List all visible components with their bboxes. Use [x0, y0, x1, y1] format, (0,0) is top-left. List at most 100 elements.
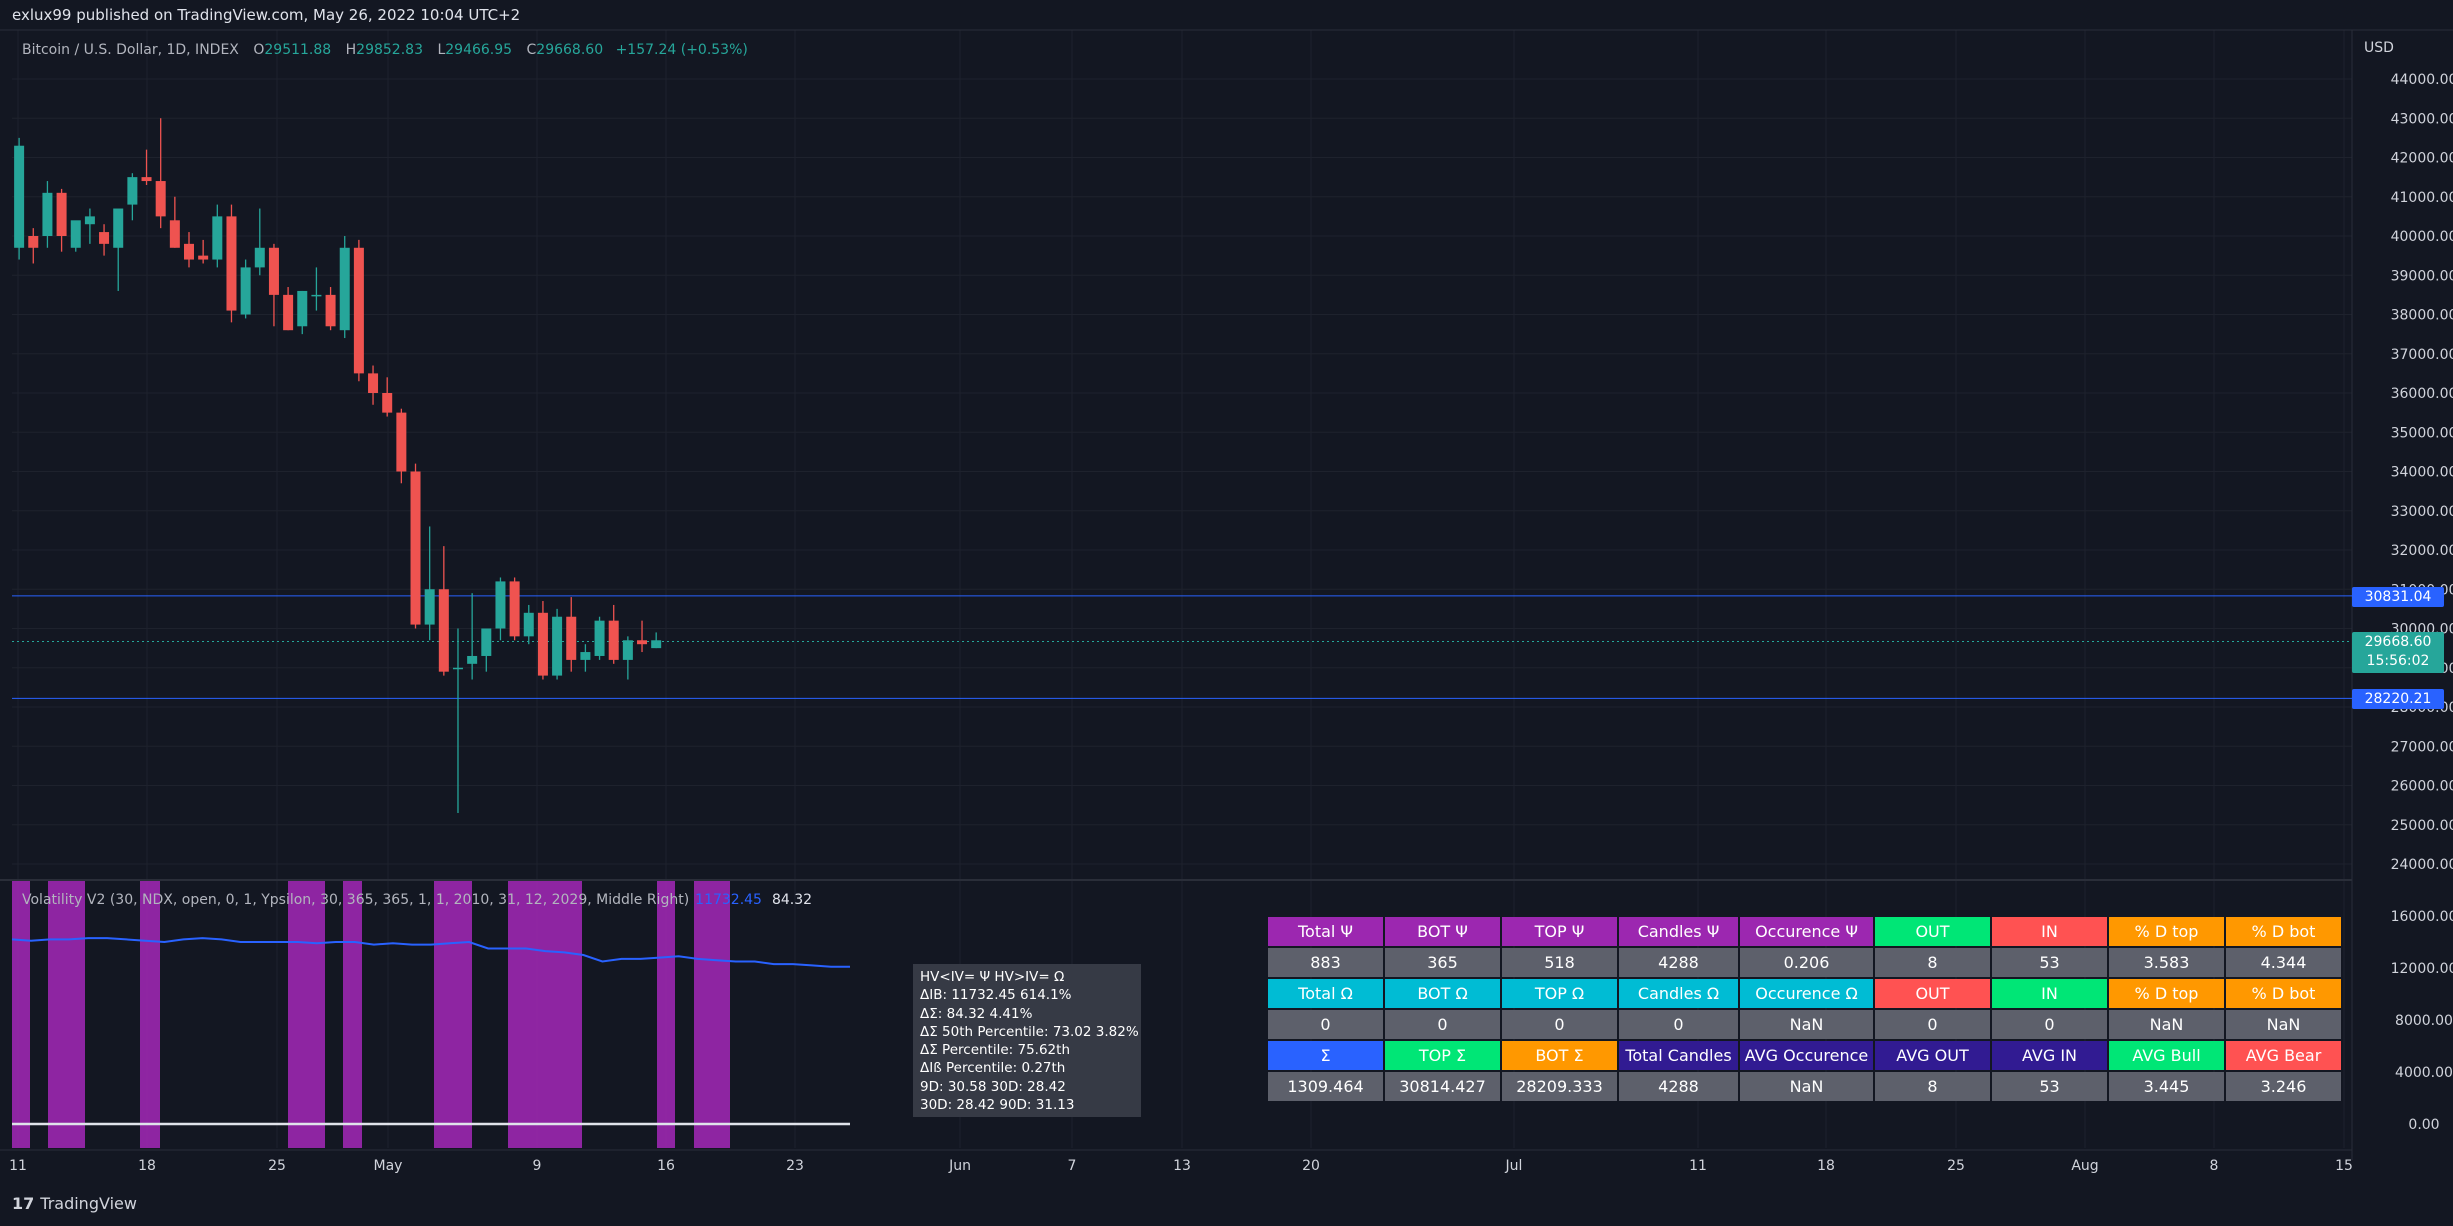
time-tick-label: 25 [1947, 1158, 1965, 1174]
candle-body [368, 373, 379, 393]
candle-body [283, 294, 294, 331]
stats-cell: 4288 [1619, 1072, 1738, 1101]
candle-body [99, 232, 110, 244]
stats-cell: % D top [2109, 979, 2224, 1008]
symbol-title[interactable]: Bitcoin / U.S. Dollar, 1D, INDEX [22, 42, 239, 58]
candle-body [198, 255, 209, 260]
candle-body [509, 581, 520, 637]
candle-body [651, 640, 662, 649]
indicator-legend[interactable]: Volatility V2 (30, NDX, open, 0, 1, Ypsi… [22, 892, 812, 908]
candle-body [608, 620, 619, 660]
stats-row: Σ TOP Σ BOT Σ Total Candles AVG Occurence AVG… [1268, 1041, 2341, 1070]
candle-body [452, 667, 463, 670]
stats-cell: OUT [1875, 979, 1990, 1008]
highlight-bar [343, 881, 362, 1148]
info-line: ΔIß Percentile: 0.27th [920, 1060, 1066, 1077]
time-tick-label: 11 [9, 1158, 27, 1174]
price-tag-upper-text: 30831.04 [2364, 589, 2432, 605]
stats-cell: 0.206 [1740, 948, 1873, 977]
time-tick-label: May [374, 1158, 403, 1174]
stats-cell: 30814.427 [1385, 1072, 1500, 1101]
indicator-tick-label: 8000.00 [2395, 1013, 2453, 1029]
indicator-value-1: 11732.45 [695, 892, 762, 908]
indicator-title[interactable]: Volatility V2 (30, NDX, open, 0, 1, Ypsi… [22, 892, 689, 908]
stats-cell: AVG Bear [2226, 1041, 2341, 1070]
stats-cell: 0 [1385, 1010, 1500, 1039]
candle-body [353, 247, 364, 374]
candle-body [622, 640, 633, 660]
info-line: HV<IV= Ψ HV>IV= Ω [920, 969, 1065, 985]
stats-cell: 3.246 [2226, 1072, 2341, 1101]
candle-body [28, 236, 39, 248]
stats-row: 1309.464 30814.427 28209.333 4288 NaN 8 53 3.44… [1268, 1072, 2341, 1101]
stats-cell: Occurence Ψ [1740, 917, 1873, 946]
price-tick-label: 38000.00 [2391, 308, 2453, 324]
stats-row: 883 365 518 4288 0.206 8 53 3.583 4.344 [1268, 948, 2341, 977]
candle-body [537, 612, 548, 676]
stats-cell: IN [1992, 917, 2107, 946]
price-tick-label: 39000.00 [2391, 268, 2453, 284]
candle-body [268, 247, 279, 295]
time-tick-label: 25 [268, 1158, 286, 1174]
candle-body [169, 220, 180, 248]
highlight-bar [288, 881, 325, 1148]
stats-cell: 4288 [1619, 948, 1738, 977]
candle-body [339, 247, 350, 331]
stats-cell: TOP Ω [1502, 979, 1617, 1008]
ohlc-high-value: 29852.83 [356, 42, 423, 58]
price-tag-last: 29668.60 15:56:02 [2352, 632, 2444, 673]
info-line: ΔΣ: 84.32 4.41% [920, 1005, 1033, 1022]
price-tick-label: 34000.00 [2391, 465, 2453, 481]
info-line: ΔΣ Percentile: 75.62th [920, 1042, 1070, 1059]
price-tag-last-text: 29668.60 [2364, 634, 2432, 650]
price-tag-countdown: 15:56:02 [2366, 653, 2430, 669]
stats-cell: Occurence Ω [1740, 979, 1873, 1008]
candle-body [254, 247, 265, 268]
stats-cell: Candles Ω [1619, 979, 1738, 1008]
indicator-tick-label: 0.00 [2408, 1117, 2439, 1133]
candle-body [325, 294, 336, 327]
candle-body [297, 290, 308, 327]
stats-cell: 3.583 [2109, 948, 2224, 977]
stats-cell: 8 [1875, 1072, 1990, 1101]
time-tick-label: Jun [948, 1158, 971, 1174]
stats-cell: % D bot [2226, 917, 2341, 946]
price-tag-lower: 28220.21 [2352, 689, 2444, 709]
tradingview-logo[interactable]: 17 TradingView [12, 1194, 137, 1213]
candle-body [212, 216, 223, 260]
candle-body [382, 393, 393, 413]
stats-cell: 0 [1268, 1010, 1383, 1039]
stats-cell: Total Candles [1619, 1041, 1738, 1070]
info-line: 30D: 28.42 90D: 31.13 [920, 1097, 1075, 1114]
candle-body [580, 652, 591, 660]
highlight-bar [508, 881, 582, 1148]
candle-body [396, 412, 407, 472]
price-tick-label: 32000.00 [2391, 543, 2453, 559]
price-tick-label: 36000.00 [2391, 386, 2453, 402]
stats-cell: AVG IN [1992, 1041, 2107, 1070]
price-tick-label: 25000.00 [2391, 818, 2453, 834]
price-tag-lower-text: 28220.21 [2364, 691, 2432, 707]
stats-cell: BOT Ω [1385, 979, 1500, 1008]
candle-body [424, 589, 435, 625]
stats-cell: NaN [2109, 1010, 2224, 1039]
symbol-legend: Bitcoin / U.S. Dollar, 1D, INDEX O29511.… [22, 42, 748, 58]
time-tick-label: 18 [1817, 1158, 1835, 1174]
price-tick-label: 44000.00 [2391, 72, 2453, 88]
stats-cell: AVG OUT [1875, 1041, 1990, 1070]
candle-body [113, 208, 124, 248]
time-tick-label: Aug [2071, 1158, 2098, 1174]
publisher-line: exlux99 published on TradingView.com, Ma… [12, 6, 521, 24]
stats-cell: 0 [1875, 1010, 1990, 1039]
ohlc-high-key: H [345, 42, 357, 58]
time-tick-label: 16 [657, 1158, 675, 1174]
ohlc-close-value: 29668.60 [536, 42, 604, 58]
candle-body [523, 612, 534, 637]
price-tick-label: 26000.00 [2391, 779, 2453, 795]
stats-cell: 1309.464 [1268, 1072, 1383, 1101]
stats-cell: OUT [1875, 917, 1990, 946]
time-tick-label: 20 [1302, 1158, 1320, 1174]
candle-body [495, 581, 506, 629]
price-tick-label: 27000.00 [2391, 739, 2453, 755]
price-tick-label: 43000.00 [2391, 111, 2453, 127]
